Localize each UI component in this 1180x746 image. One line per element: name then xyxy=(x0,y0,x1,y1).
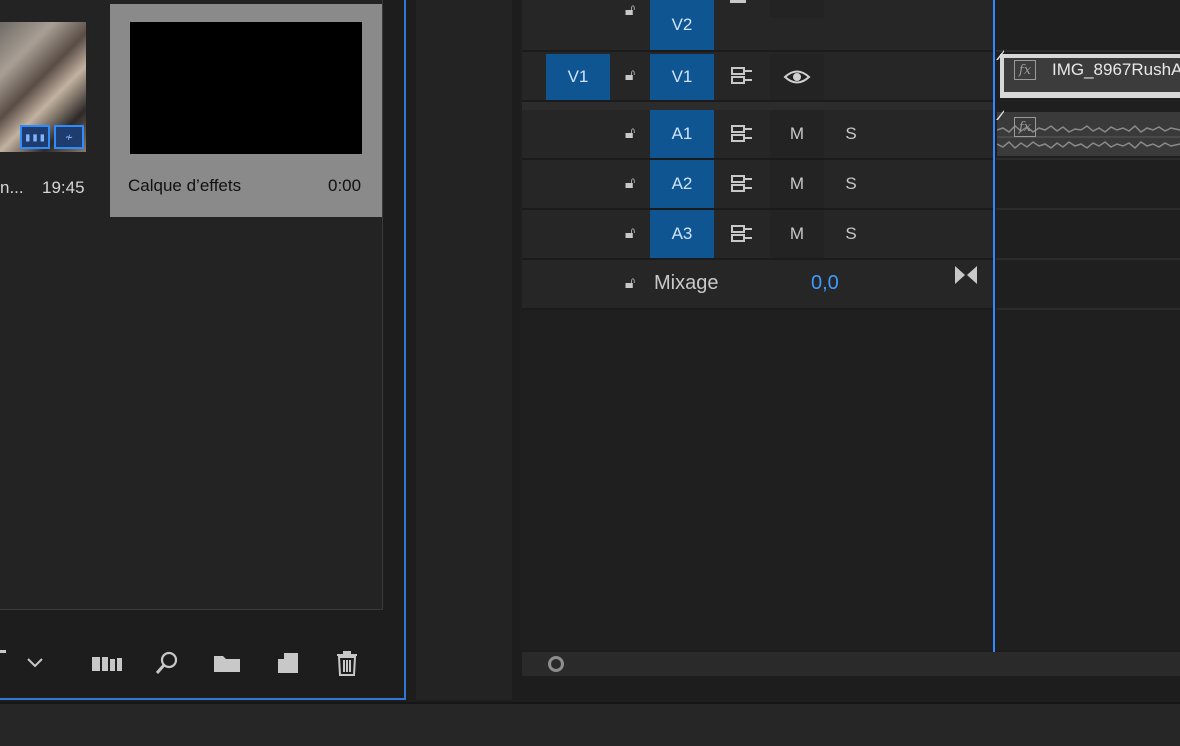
mix-label: Mixage xyxy=(654,272,719,294)
freeform-view-icon[interactable] xyxy=(92,654,124,672)
track-row-v2 xyxy=(522,0,994,52)
panel-divider xyxy=(416,0,512,700)
track-divider xyxy=(996,158,1180,160)
solo-button-a3[interactable]: S xyxy=(824,210,878,258)
mix-volume-value[interactable]: 0,0 xyxy=(811,272,839,295)
sync-lock-icon[interactable] xyxy=(730,224,754,244)
track-divider xyxy=(996,50,1180,52)
lock-icon[interactable]: 🔓︎ xyxy=(620,62,640,90)
chevron-down-icon[interactable] xyxy=(26,656,44,668)
lock-icon[interactable]: 🔓︎ xyxy=(620,220,640,248)
effects-layer-name: Calque d’effets xyxy=(128,176,242,195)
fx-badge-icon: fx xyxy=(1014,60,1036,80)
effects-layer-thumbnail xyxy=(130,22,362,154)
video-badge-icon: ▮▮▮ xyxy=(20,125,50,149)
solo-button-a1[interactable]: S xyxy=(824,110,878,158)
search-icon[interactable] xyxy=(155,651,179,675)
mix-meter-icon[interactable] xyxy=(954,265,978,285)
toggle-output-icon[interactable] xyxy=(770,0,824,18)
sync-lock-icon[interactable] xyxy=(730,66,754,86)
bottom-status-bar xyxy=(0,704,1180,746)
clip-name: n... xyxy=(0,178,24,197)
track-row-mix xyxy=(522,260,994,310)
track-row-a2 xyxy=(522,160,994,210)
track-target-v2[interactable]: V2 xyxy=(650,0,714,50)
clip-edge-marker-icon xyxy=(996,50,1004,60)
mute-button-a3[interactable]: M xyxy=(770,210,824,258)
lock-icon[interactable]: 🔓︎ xyxy=(620,270,640,298)
track-divider xyxy=(996,308,1180,310)
effects-layer-duration: 0:00 xyxy=(328,176,362,195)
track-target-a1[interactable]: A1 xyxy=(650,110,714,158)
solo-button-a2[interactable]: S xyxy=(824,160,878,208)
audio-badge-icon: ≁ xyxy=(54,125,84,149)
fx-badge-icon: fx xyxy=(1014,117,1036,137)
playhead[interactable] xyxy=(993,0,995,652)
mute-button-a2[interactable]: M xyxy=(770,160,824,208)
source-patch-v1[interactable]: V1 xyxy=(546,54,610,100)
sync-lock-icon[interactable] xyxy=(730,0,746,3)
track-target-a3[interactable]: A3 xyxy=(650,210,714,258)
toolbar-cutoff-icon[interactable] xyxy=(0,650,6,653)
track-target-v1[interactable]: V1 xyxy=(650,54,714,100)
video-clip-name: IMG_8967RushA xyxy=(1052,60,1180,79)
video-audio-divider[interactable] xyxy=(522,102,994,110)
new-bin-folder-icon[interactable] xyxy=(213,652,241,674)
clip-edge-marker-icon xyxy=(996,110,1004,120)
lock-icon[interactable]: 🔓︎ xyxy=(620,0,640,22)
clip-duration: 19:45 xyxy=(42,178,85,197)
sync-lock-icon[interactable] xyxy=(730,124,754,144)
eye-icon xyxy=(783,70,811,84)
track-divider xyxy=(996,208,1180,210)
trash-icon[interactable] xyxy=(336,650,358,676)
track-row-a1 xyxy=(522,110,994,160)
toggle-output-button[interactable] xyxy=(770,54,824,100)
lock-icon[interactable]: 🔓︎ xyxy=(620,120,640,148)
scrollbar-zoom-handle[interactable] xyxy=(548,656,564,672)
timeline-horizontal-scrollbar[interactable] xyxy=(522,652,1180,676)
track-divider xyxy=(996,258,1180,260)
track-target-a2[interactable]: A2 xyxy=(650,160,714,208)
track-row-a3 xyxy=(522,210,994,260)
lock-icon[interactable]: 🔓︎ xyxy=(620,170,640,198)
sync-lock-icon[interactable] xyxy=(730,174,754,194)
new-item-icon[interactable] xyxy=(276,651,300,675)
mute-button-a1[interactable]: M xyxy=(770,110,824,158)
